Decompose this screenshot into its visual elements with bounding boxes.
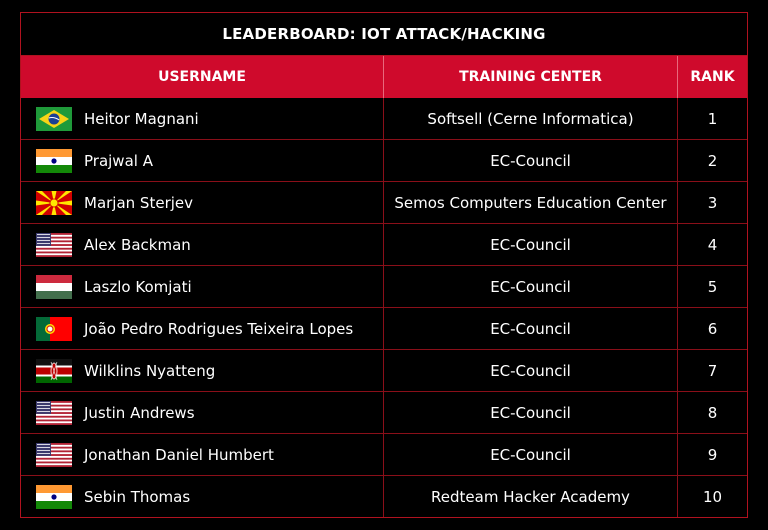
column-header-rank: RANK <box>677 56 747 98</box>
training-center: EC-Council <box>383 223 678 266</box>
india-flag-icon <box>36 484 72 509</box>
username: Sebin Thomas <box>84 487 191 506</box>
table-row: Prajwal A EC-Council 2 <box>21 139 747 182</box>
training-center: Semos Computers Education Center <box>383 181 678 224</box>
training-center: EC-Council <box>383 349 678 392</box>
rank: 1 <box>677 98 747 140</box>
rank: 2 <box>677 139 747 182</box>
username-cell: Jonathan Daniel Humbert <box>21 433 384 476</box>
rank: 5 <box>677 265 747 308</box>
table-row: João Pedro Rodrigues Teixeira Lopes EC-Co… <box>21 307 747 350</box>
username-cell: Heitor Magnani <box>21 98 384 140</box>
rank: 7 <box>677 349 747 392</box>
india-flag-icon <box>36 148 72 173</box>
table-row: Alex Backman EC-Council 4 <box>21 223 747 266</box>
rank: 8 <box>677 391 747 434</box>
username-cell: Laszlo Komjati <box>21 265 384 308</box>
rank: 9 <box>677 433 747 476</box>
training-center: Redteam Hacker Academy <box>383 475 678 517</box>
table-row: Sebin Thomas Redteam Hacker Academy 10 <box>21 475 747 517</box>
usa-flag-icon <box>36 400 72 425</box>
rank: 10 <box>677 475 747 517</box>
username-cell: Justin Andrews <box>21 391 384 434</box>
username-cell: João Pedro Rodrigues Teixeira Lopes <box>21 307 384 350</box>
training-center: EC-Council <box>383 139 678 182</box>
north-macedonia-flag-icon <box>36 190 72 215</box>
username: Prajwal A <box>84 151 153 170</box>
username-cell: Alex Backman <box>21 223 384 266</box>
leaderboard: LEADERBOARD: IOT ATTACK/HACKING USERNAME… <box>20 12 748 518</box>
username: Jonathan Daniel Humbert <box>84 445 274 464</box>
leaderboard-table: USERNAME TRAINING CENTER RANK Heitor Mag… <box>21 56 747 517</box>
training-center: Softsell (Cerne Informatica) <box>383 98 678 140</box>
rank: 3 <box>677 181 747 224</box>
training-center: EC-Council <box>383 391 678 434</box>
kenya-flag-icon <box>36 358 72 383</box>
username: Laszlo Komjati <box>84 277 192 296</box>
rank: 6 <box>677 307 747 350</box>
table-row: Wilklins Nyatteng EC-Council 7 <box>21 349 747 392</box>
table-row: Heitor Magnani Softsell (Cerne Informatic… <box>21 98 747 140</box>
username-cell: Marjan Sterjev <box>21 181 384 224</box>
table-row: Jonathan Daniel Humbert EC-Council 9 <box>21 433 747 476</box>
portugal-flag-icon <box>36 316 72 341</box>
usa-flag-icon <box>36 442 72 467</box>
table-row: Justin Andrews EC-Council 8 <box>21 391 747 434</box>
username: Marjan Sterjev <box>84 193 194 212</box>
hungary-flag-icon <box>36 274 72 299</box>
username-cell: Wilklins Nyatteng <box>21 349 384 392</box>
rank: 4 <box>677 223 747 266</box>
column-header-username: USERNAME <box>21 56 384 98</box>
username-cell: Sebin Thomas <box>21 475 384 517</box>
username: Heitor Magnani <box>84 109 199 128</box>
username: Alex Backman <box>84 235 191 254</box>
brazil-flag-icon <box>36 106 72 131</box>
usa-flag-icon <box>36 232 72 257</box>
table-header: USERNAME TRAINING CENTER RANK <box>21 56 747 98</box>
training-center: EC-Council <box>383 307 678 350</box>
column-header-training-center: TRAINING CENTER <box>383 56 678 98</box>
username: João Pedro Rodrigues Teixeira Lopes <box>84 319 354 338</box>
table-row: Laszlo Komjati EC-Council 5 <box>21 265 747 308</box>
username: Wilklins Nyatteng <box>84 361 216 380</box>
training-center: EC-Council <box>383 265 678 308</box>
username: Justin Andrews <box>84 403 195 422</box>
leaderboard-title: LEADERBOARD: IOT ATTACK/HACKING <box>21 13 747 56</box>
training-center: EC-Council <box>383 433 678 476</box>
table-row: Marjan Sterjev Semos Computers Education … <box>21 181 747 224</box>
username-cell: Prajwal A <box>21 139 384 182</box>
